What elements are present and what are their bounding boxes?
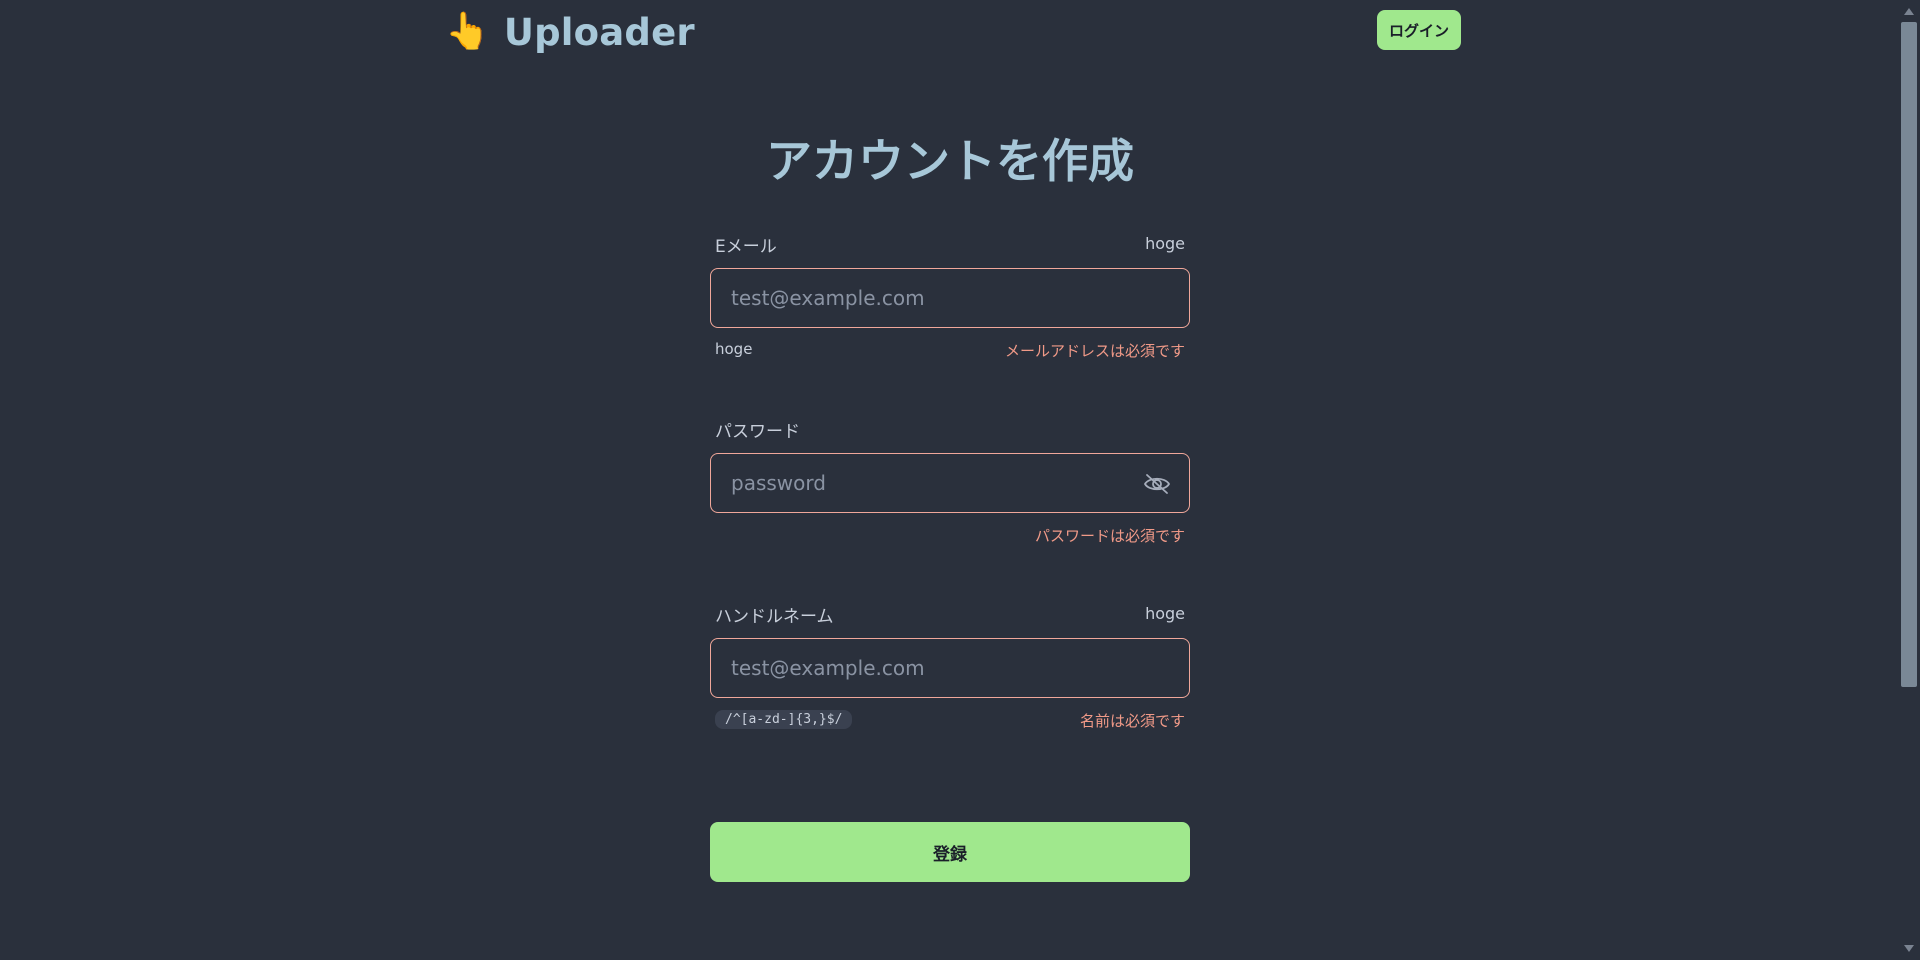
handle-label-alt: hoge [1145,604,1185,623]
email-label-alt: hoge [1145,234,1185,253]
header: 👆 Uploader ログイン [445,8,1461,56]
login-button[interactable]: ログイン [1377,10,1461,50]
handle-label: ハンドルネーム [715,607,834,627]
handle-error: 名前は必須です [1079,712,1185,730]
email-input-wrapper [710,268,1190,328]
password-label: パスワード [715,422,800,442]
scroll-up-arrow-icon[interactable] [1904,8,1914,15]
password-field-group: パスワード パスワードは必須です [710,417,1190,551]
password-input[interactable] [711,454,1189,512]
signup-page: 👆 Uploader ログイン アカウントを作成 Eメール hoge hoge … [0,0,1920,960]
register-button[interactable]: 登録 [710,822,1190,882]
scroll-down-arrow-icon[interactable] [1904,945,1914,952]
handle-input[interactable] [711,639,1189,697]
page-title: アカウントを作成 [766,134,1134,188]
password-input-wrapper [710,453,1190,513]
scroll-thumb[interactable] [1901,22,1917,687]
brand[interactable]: 👆 Uploader [445,8,695,56]
email-input[interactable] [711,269,1189,327]
handle-pattern-badge: /^[a-zd-]{3,}$/ [715,710,853,729]
email-field-group: Eメール hoge hoge メールアドレスは必須です [710,232,1190,366]
handle-field-group: ハンドルネーム hoge /^[a-zd-]{3,}$/ 名前は必須です [710,602,1190,736]
password-error: パスワードは必須です [1034,527,1185,545]
brand-title: Uploader [503,10,695,54]
email-hint: hoge [715,340,753,358]
handle-input-wrapper [710,638,1190,698]
email-label: Eメール [715,237,777,257]
scrollbar[interactable] [1898,0,1920,960]
eye-off-icon[interactable] [1143,472,1171,496]
email-error: メールアドレスは必須です [1004,342,1185,360]
pointing-hand-icon: 👆 [445,11,490,52]
